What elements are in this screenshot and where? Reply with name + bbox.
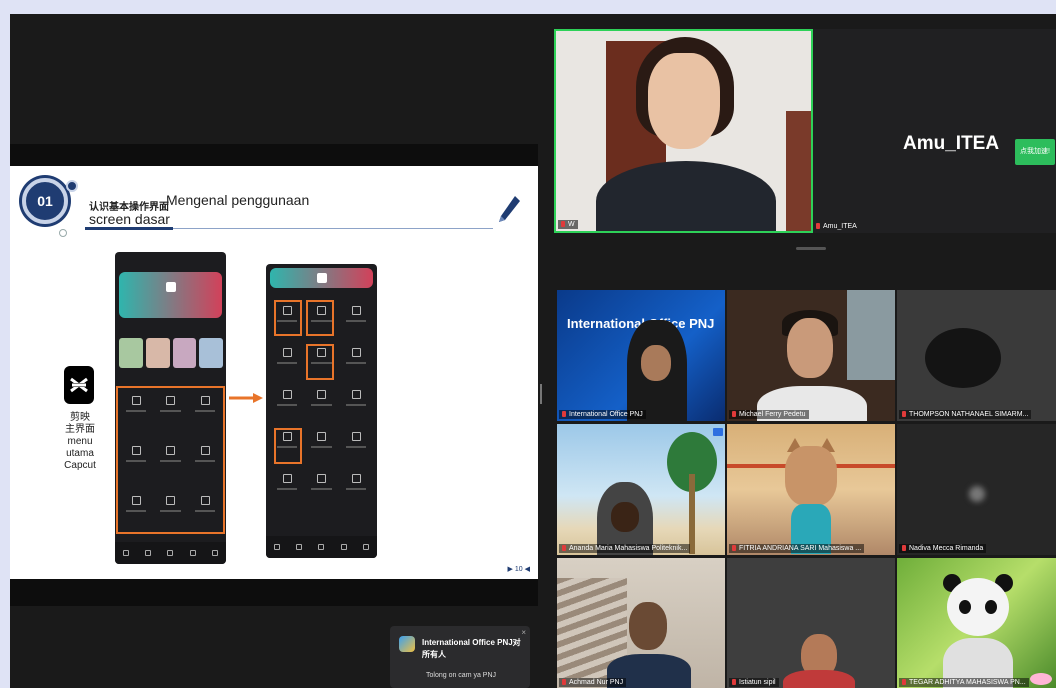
participant-face — [641, 345, 671, 381]
decorative-dot — [59, 229, 67, 237]
host-tile[interactable]: Amu_ITEA 点我加速! Amu_ITEA — [813, 29, 1056, 233]
participant-name-label: Ananda Maria Mahasiswa Politeknik... — [559, 544, 691, 553]
mic-muted-icon — [732, 411, 736, 417]
slide-number-badge: 01 — [22, 178, 68, 224]
chat-sender-name: International Office PNJ对所有人 — [422, 638, 521, 659]
highlight-box — [306, 344, 334, 380]
phone-tab-bar — [115, 542, 226, 564]
resize-handle[interactable] — [796, 247, 826, 250]
participant-name-label: Istiatun sipil — [729, 678, 779, 687]
chat-sender-avatar — [399, 636, 415, 652]
participant-tile[interactable]: Michael Ferry Pedetu — [727, 290, 895, 421]
chat-notification[interactable]: International Office PNJ对所有人 Tolong on c… — [390, 626, 530, 688]
mic-muted-icon — [562, 679, 566, 685]
close-icon[interactable]: × — [521, 628, 526, 637]
speaker-face — [648, 53, 720, 149]
speed-up-button[interactable]: 点我加速! — [1015, 139, 1055, 165]
mic-muted-icon — [732, 679, 736, 685]
title-underline-accent — [85, 227, 173, 230]
pencil-icon — [499, 196, 520, 222]
participant-tile[interactable]: Nadiva Mecca Rimanda — [897, 424, 1056, 555]
speaker-body — [596, 161, 776, 231]
mic-muted-icon — [902, 411, 906, 417]
blurred-video — [969, 486, 985, 502]
participant-body — [783, 670, 855, 688]
capcut-logo-icon — [64, 366, 94, 404]
participant-face — [787, 318, 833, 378]
mic-icon — [561, 221, 565, 227]
participant-name-label: FITRIA ANDRIANA SARI Mahasiswa ... — [729, 544, 865, 553]
participant-name-label: Michael Ferry Pedetu — [729, 410, 809, 419]
create-project-card — [119, 272, 222, 318]
draft-thumbnails — [119, 338, 223, 368]
mic-muted-icon — [902, 679, 906, 685]
phone-screenshot-tools — [266, 264, 377, 558]
panda-eye — [959, 600, 971, 614]
participant-name-label: Amu_ITEA — [816, 223, 857, 230]
participant-tile[interactable]: Istiatun sipil — [727, 558, 895, 688]
bow-icon — [1030, 673, 1052, 685]
participant-name-label: THOMPSON NATHANAEL SIMARM... — [899, 410, 1032, 419]
highlight-box — [116, 386, 225, 534]
highlight-box — [274, 300, 302, 336]
phone-screenshot-home — [115, 252, 226, 564]
split-view-handle[interactable] — [540, 384, 542, 404]
background-frame — [786, 111, 811, 231]
host-display-name: Amu_ITEA — [903, 133, 1000, 154]
participant-name-label: Nadiva Mecca Rimanda — [899, 544, 987, 553]
participant-tile[interactable]: Achmad Nur PNJ — [557, 558, 725, 688]
participant-tile[interactable]: Ananda Maria Mahasiswa Politeknik... — [557, 424, 725, 555]
participant-name-label: International Office PNJ — [559, 410, 646, 419]
mic-muted-icon — [816, 223, 820, 229]
cat-avatar — [785, 446, 837, 506]
slide-page-indicator: ▶ 10 ◀ — [507, 566, 530, 573]
slide-title: Mengenal penggunaan — [166, 192, 310, 208]
participant-hair — [925, 328, 1001, 388]
participant-face — [611, 502, 639, 532]
panda-avatar — [947, 578, 1009, 636]
mic-muted-icon — [562, 545, 566, 551]
zoom-meeting-window: 01 认识基本操作界面 Mengenal penggunaan screen d… — [10, 14, 1056, 688]
participant-tile[interactable]: TEGAR ADHITYA MAHASISWA PN... — [897, 558, 1056, 688]
participant-tile[interactable]: THOMPSON NATHANAEL SIMARM... — [897, 290, 1056, 421]
active-speaker-tile[interactable]: W — [554, 29, 813, 233]
background-window — [847, 290, 895, 380]
more-options-icon[interactable] — [713, 428, 723, 436]
create-project-card — [270, 268, 373, 288]
chat-message: Tolong on cam ya PNJ — [426, 672, 497, 679]
participant-tile[interactable]: International Office PNJ International O… — [557, 290, 725, 421]
participant-name-label: TEGAR ADHITYA MAHASISWA PN... — [899, 678, 1029, 687]
participant-name-label: Achmad Nur PNJ — [559, 678, 627, 687]
participant-face — [629, 602, 667, 650]
participant-tile[interactable]: FITRIA ANDRIANA SARI Mahasiswa ... — [727, 424, 895, 555]
presentation-slide: 01 认识基本操作界面 Mengenal penggunaan screen d… — [10, 166, 538, 579]
panda-eye — [985, 600, 997, 614]
mic-muted-icon — [902, 545, 906, 551]
slide-title-line2: screen dasar — [89, 211, 170, 227]
background-palm-trunk — [689, 474, 695, 554]
highlight-box — [274, 428, 302, 464]
phone-tab-bar — [266, 536, 377, 558]
slide-caption: 剪映 主界面 menu utama Capcut — [64, 412, 96, 471]
participant-name-label: W — [558, 220, 578, 229]
screen-share-area[interactable]: 01 认识基本操作界面 Mengenal penggunaan screen d… — [10, 144, 538, 606]
highlight-box — [306, 300, 334, 336]
decorative-dot — [66, 180, 78, 192]
arrow-right-icon — [229, 393, 263, 403]
mic-muted-icon — [562, 411, 566, 417]
mic-muted-icon — [732, 545, 736, 551]
